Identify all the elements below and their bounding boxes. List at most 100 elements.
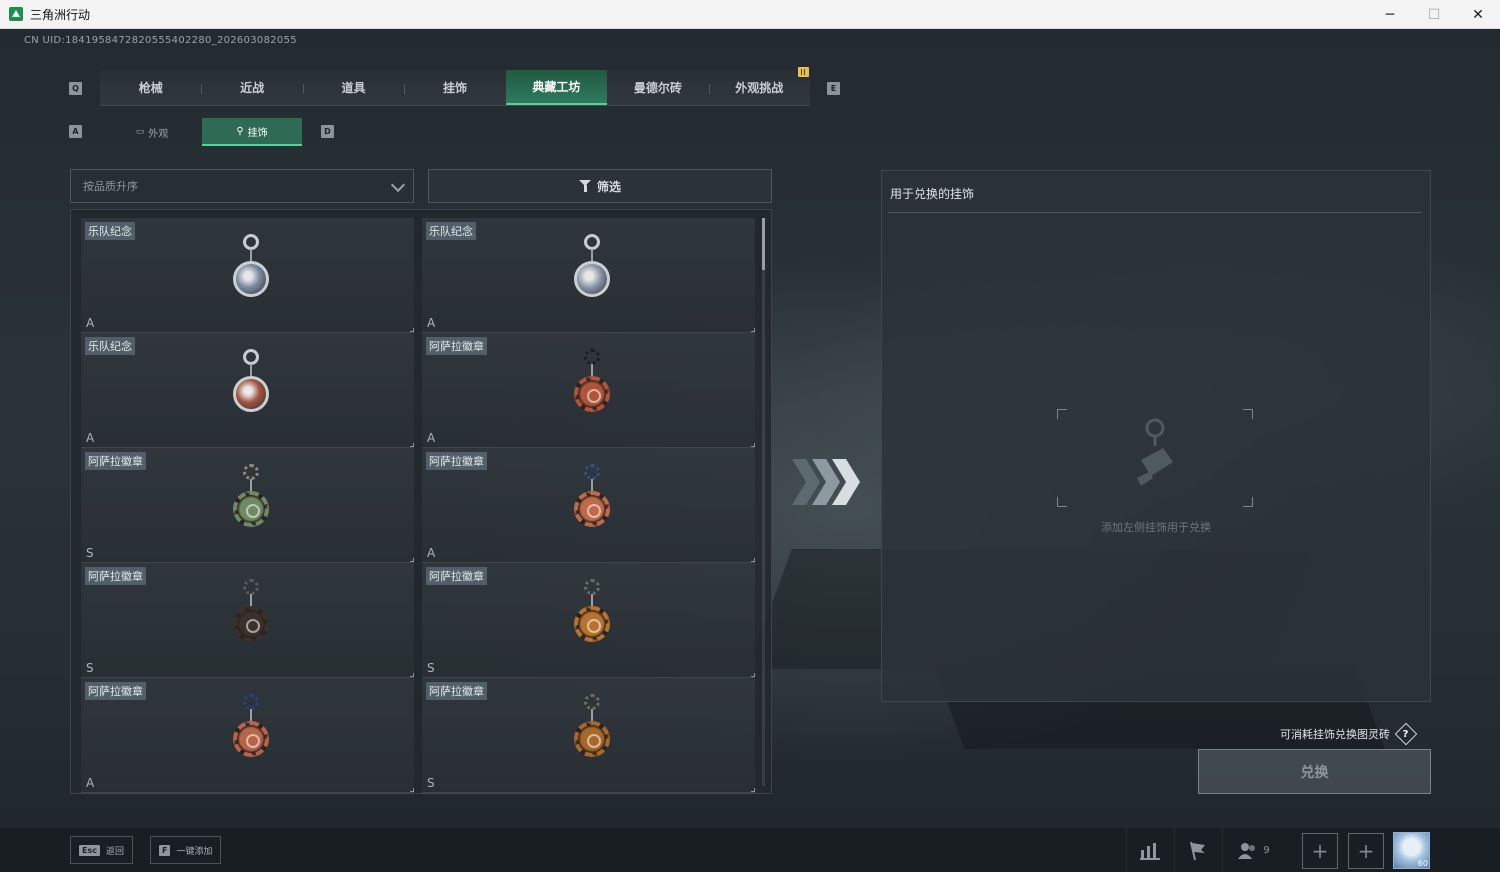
card-corner-decoration	[751, 788, 755, 792]
filter-label: 筛选	[596, 179, 621, 194]
sub-tab-label: 外观	[148, 128, 169, 140]
new-badge-icon	[798, 67, 809, 77]
sub-tab-appearance[interactable]: ▭ 外观	[102, 118, 202, 146]
charm-name: 阿萨拉徽章	[426, 567, 487, 585]
charm-card[interactable]: 乐队纪念 A	[81, 333, 414, 448]
main-tab[interactable]: 近战	[201, 70, 302, 105]
charm-image	[572, 349, 612, 439]
exchange-info: 可消耗挂饰兑换图灵砖 ?	[1280, 722, 1418, 746]
window-titlebar: 三角洲行动 ─ ☐ ✕	[0, 0, 1500, 29]
main-tab[interactable]: 曼德尔砖	[607, 70, 708, 105]
charm-grid: 乐队纪念 A 乐队纪念 A 乐队纪念 A 阿萨拉徽章 A 阿萨拉徽章 S 阿萨拉徽章 A 阿萨拉徽章 S 阿…	[81, 218, 757, 793]
main-tab[interactable]: 外观挑战	[708, 70, 810, 105]
key-hint-a: A	[69, 125, 82, 138]
card-corner-decoration	[410, 443, 414, 447]
add-party-slot-2[interactable]: +	[1348, 833, 1384, 869]
charm-card[interactable]: 乐队纪念 A	[422, 218, 755, 333]
key-hint-q: Q	[69, 82, 82, 95]
charm-image	[231, 234, 271, 324]
main-tab[interactable]: 典藏工坊	[505, 70, 608, 105]
charm-rank: A	[86, 316, 95, 330]
charm-card[interactable]: 阿萨拉徽章 S	[81, 448, 414, 563]
esc-key: Esc	[79, 844, 100, 856]
charm-name: 阿萨拉徽章	[426, 337, 487, 355]
charm-card[interactable]: 阿萨拉徽章 A	[81, 678, 414, 793]
add-party-slot-1[interactable]: +	[1302, 833, 1338, 869]
card-corner-decoration	[410, 328, 414, 332]
flag-icon[interactable]	[1174, 828, 1220, 872]
card-corner-decoration	[751, 673, 755, 677]
exchange-info-text: 可消耗挂饰兑换图灵砖	[1280, 728, 1390, 741]
main-tab[interactable]: 枪械	[100, 70, 201, 105]
bottom-bar: Esc 返回 F 一键添加 9 + + 60	[0, 827, 1500, 872]
charm-image	[231, 694, 271, 784]
minimize-button[interactable]: ─	[1368, 0, 1412, 29]
exchange-button[interactable]: 兑换	[1198, 749, 1431, 794]
exchange-panel-title: 用于兑换的挂饰	[890, 187, 975, 201]
charm-name: 阿萨拉徽章	[85, 682, 146, 700]
avatar-level: 60	[1417, 859, 1428, 868]
card-corner-decoration	[751, 558, 755, 562]
filter-icon	[578, 180, 591, 192]
charm-rank: A	[427, 316, 436, 330]
charm-card[interactable]: 阿萨拉徽章 A	[422, 333, 755, 448]
window-title: 三角洲行动	[30, 7, 91, 22]
charm-rank: S	[427, 776, 435, 790]
friends-icon	[1238, 842, 1256, 859]
charm-placeholder-icon	[1127, 416, 1183, 496]
sort-value: 按品质升序	[83, 180, 138, 193]
app-logo-icon	[9, 7, 23, 21]
back-button[interactable]: Esc 返回	[70, 836, 133, 864]
charm-rank: S	[427, 661, 435, 675]
sub-tab-bar: ▭ 外观 ⚲ 挂饰	[102, 118, 302, 146]
transfer-arrows-icon	[792, 459, 864, 505]
appearance-icon: ▭	[135, 127, 145, 137]
add-all-label: 一键添加	[176, 846, 213, 857]
sub-tab-charm[interactable]: ⚲ 挂饰	[202, 118, 302, 146]
main-tab[interactable]: 道具	[302, 70, 404, 105]
charm-name: 阿萨拉徽章	[426, 452, 487, 470]
charm-list-panel: 乐队纪念 A 乐队纪念 A 乐队纪念 A 阿萨拉徽章 A 阿萨拉徽章 S 阿萨拉徽章 A 阿萨拉徽章 S 阿…	[70, 209, 772, 794]
charm-name: 乐队纪念	[85, 222, 135, 240]
card-corner-decoration	[410, 558, 414, 562]
charm-rank: S	[86, 661, 94, 675]
charm-image	[572, 464, 612, 554]
friends-button[interactable]: 9	[1222, 828, 1284, 872]
key-hint-e: E	[827, 82, 840, 95]
charm-rank: A	[86, 431, 95, 445]
card-corner-decoration	[410, 673, 414, 677]
scrollbar-thumb[interactable]	[762, 218, 765, 270]
filter-button[interactable]: 筛选	[428, 169, 772, 203]
avatar[interactable]: 60	[1393, 832, 1430, 869]
charm-icon: ⚲	[236, 125, 244, 137]
maximize-button[interactable]: ☐	[1412, 0, 1456, 29]
card-corner-decoration	[410, 788, 414, 792]
main-tab[interactable]: 挂饰	[404, 70, 505, 105]
list-scrollbar[interactable]	[762, 218, 765, 786]
charm-image	[572, 234, 612, 324]
charm-rank: A	[427, 546, 436, 560]
divider	[888, 212, 1422, 213]
charm-card[interactable]: 乐队纪念 A	[81, 218, 414, 333]
charm-name: 阿萨拉徽章	[426, 682, 487, 700]
charm-image	[572, 579, 612, 669]
add-all-button[interactable]: F 一键添加	[150, 836, 222, 864]
charm-card[interactable]: 阿萨拉徽章 S	[422, 678, 755, 793]
back-label: 返回	[105, 846, 124, 857]
exchange-empty-hint: 添加左侧挂饰用于兑换	[1101, 521, 1211, 534]
charm-name: 乐队纪念	[85, 337, 135, 355]
card-corner-decoration	[751, 443, 755, 447]
charm-image	[231, 349, 271, 439]
key-hint-d: D	[321, 125, 334, 138]
charm-card[interactable]: 阿萨拉徽章 A	[422, 448, 755, 563]
charm-image	[231, 579, 271, 669]
charm-card[interactable]: 阿萨拉徽章 S	[422, 563, 755, 678]
help-icon[interactable]: ?	[1394, 722, 1418, 746]
sort-dropdown[interactable]: 按品质升序	[70, 169, 414, 203]
charm-image	[231, 464, 271, 554]
uid-text: CN UID:1841958472820555402280_2026030820…	[24, 35, 297, 46]
charm-name: 乐队纪念	[426, 222, 476, 240]
close-button[interactable]: ✕	[1456, 0, 1500, 29]
stats-icon[interactable]	[1126, 828, 1172, 872]
charm-card[interactable]: 阿萨拉徽章 S	[81, 563, 414, 678]
